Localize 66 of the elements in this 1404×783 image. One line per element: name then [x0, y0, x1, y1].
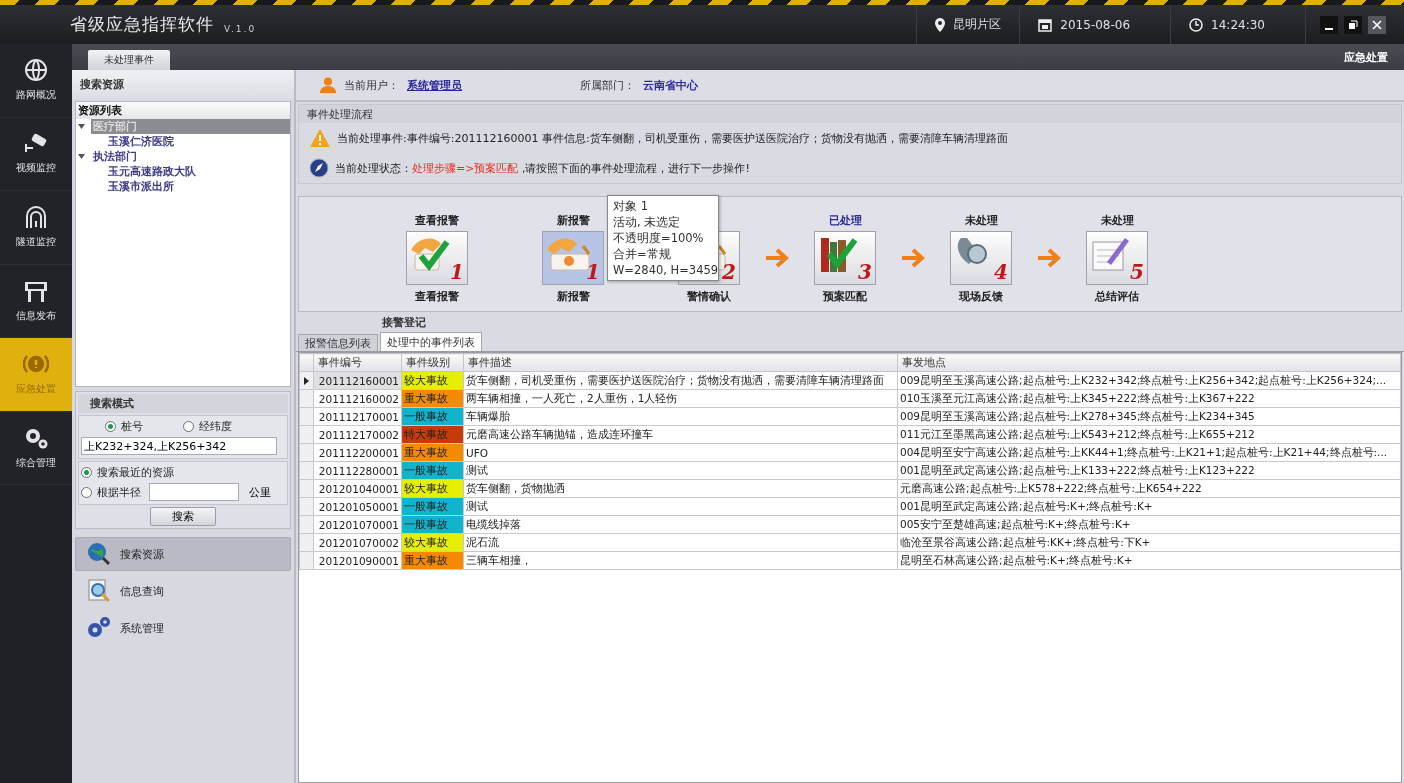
flow-caption: 接警登记 — [381, 314, 427, 331]
department-value: 云南省中心 — [643, 77, 698, 93]
step-button[interactable]: 3 — [814, 231, 876, 285]
table-row[interactable]: 201201070001 一般事故 电缆线掉落 005安宁至楚雄高速;起点桩号:K+;终点桩号:K+ — [299, 515, 1401, 534]
table-row[interactable]: 201201070002 较大事故 泥石流 临沧至景谷高速公路;起点桩号:KK+;终点桩号:下K+ — [299, 533, 1401, 552]
step-status: 已处理 — [828, 213, 862, 227]
table-row[interactable]: 201112170002 特大事故 元磨高速公路车辆抛锚，造成连环撞车 011元江至墨黑高速公路;起点桩号:上K543+212;终点桩号:上K655+212 — [299, 425, 1401, 444]
event-info: 当前处理事件:事件编号:201112160001 事件信息:货车侧翻，司机受重伤，需要医护送医院治疗；货物没有抛洒，需要清障车辆清理路面 — [337, 130, 1008, 146]
module-title: 应急处置 — [1344, 49, 1389, 65]
step-label: 总结评估 — [1095, 289, 1139, 303]
step-button[interactable]: 1 — [542, 231, 604, 285]
step-status: 新报警 — [556, 213, 590, 227]
status-text: 当前处理状态：处理步骤=>预案匹配 ,请按照下面的事件处理流程，进行下一步操作! — [335, 160, 750, 176]
section-title: 事件处理流程 — [299, 105, 1401, 123]
group-title: 搜索模式 — [78, 394, 288, 413]
user-label: 当前用户： — [344, 77, 399, 93]
table-row[interactable]: 201201050001 一般事故 测试 001昆明至武定高速公路;起点桩号:K+;终点桩号:K+ — [299, 497, 1401, 516]
tree-title: 资源列表 — [76, 102, 290, 119]
step-label: 预案匹配 — [823, 289, 867, 303]
action-item[interactable]: 信息查询 — [75, 574, 291, 608]
column-header: 事发地点 — [897, 353, 1401, 372]
tab[interactable]: 处理中的事件列表 — [380, 332, 482, 351]
step-status: 查看报警 — [415, 213, 459, 227]
step-status: 未处理 — [964, 213, 998, 227]
search-button[interactable]: 搜索 — [150, 507, 216, 526]
unit-label: 公里 — [249, 484, 271, 500]
step-label: 新报警 — [556, 289, 590, 303]
position-field[interactable]: 上K232+324,上K256+342 — [81, 437, 277, 455]
radio-option[interactable]: 桩号 — [105, 419, 143, 434]
tab[interactable]: 报警信息列表 — [298, 334, 378, 351]
app-title: 省级应急指挥软件 — [70, 13, 214, 36]
radio-option[interactable]: 搜索最近的资源 — [81, 465, 174, 480]
step-button[interactable]: 5 — [1086, 231, 1148, 285]
table-row[interactable]: 201201040001 较大事故 货车侧翻，货物抛洒 元磨高速公路;起点桩号:上K578+222;终点桩号:上K654+222 — [299, 479, 1401, 498]
tree-item[interactable]: 玉溪市派出所 — [106, 179, 176, 194]
table-row[interactable]: 201112160001 较大事故 货车侧翻，司机受重伤，需要医护送医院治疗；货物没有抛洒，需要清障车辆清理路面 009昆明至玉溪高速公路;起点桩号:上K232+342;终点桩号:上K256+342;起点桩号:上K256+324;... — [299, 371, 1401, 390]
tab[interactable]: 未处理事件 — [88, 50, 170, 70]
radio-option[interactable]: 根据半径 — [81, 484, 141, 500]
panel-title: 搜索资源 — [72, 70, 294, 99]
step-button[interactable]: 1 — [406, 231, 468, 285]
step-status: 未处理 — [1100, 213, 1134, 227]
date-label: 2015-08-06 — [1060, 17, 1131, 32]
table-row[interactable]: 201112170001 一般事故 车辆爆胎 009昆明至玉溪高速公路;起点桩号:上K278+345;终点桩号:上K234+345 — [299, 407, 1401, 426]
tree-item[interactable]: 玉元高速路政大队 — [106, 164, 198, 179]
region-label: 昆明片区 — [953, 16, 1002, 33]
action-item[interactable]: 系统管理 — [75, 611, 291, 645]
time-label: 14:24:30 — [1211, 17, 1265, 32]
tooltip: 对象 1 活动, 未选定 不透明度=100% 合并=常规 W=2840, H=3459 — [607, 195, 719, 281]
version-label: V.1.0 — [224, 23, 257, 34]
column-header: 事件描述 — [463, 353, 898, 372]
action-item[interactable]: 搜索资源 — [75, 537, 291, 571]
column-header: 事件编号 — [313, 353, 402, 372]
step-label: 现场反馈 — [959, 289, 1003, 303]
department-label: 所属部门： — [580, 77, 635, 93]
table-row[interactable]: 201112200001 重大事故 UFO 004昆明至安宁高速公路;起点桩号:上KK44+1;终点桩号:上K21+1;起点桩号:上K21+44;终点桩号:... — [299, 443, 1401, 462]
user-link[interactable]: 系统管理员 — [407, 77, 462, 93]
table-row[interactable]: 201112160002 重大事故 两车辆相撞，一人死亡，2人重伤，1人轻伤 010玉溪至元江高速公路;起点桩号:上K345+222;终点桩号:上K367+222 — [299, 389, 1401, 408]
step-label: 查看报警 — [415, 289, 459, 303]
tree-item[interactable]: 执法部门 — [91, 149, 139, 164]
step-button[interactable]: 4 — [950, 231, 1012, 285]
tree-item[interactable]: 玉溪仁济医院 — [106, 134, 176, 149]
table-row[interactable]: 201201090001 重大事故 三辆车相撞， 昆明至石林高速公路;起点桩号:K+;终点桩号:K+ — [299, 551, 1401, 570]
step-label: 警情确认 — [687, 289, 731, 303]
table-row[interactable]: 201112280001 一般事故 测试 001昆明至武定高速公路;起点桩号:上K133+222;终点桩号:上K123+222 — [299, 461, 1401, 480]
column-header: 事件级别 — [401, 353, 464, 372]
radio-option[interactable]: 经纬度 — [183, 419, 232, 434]
